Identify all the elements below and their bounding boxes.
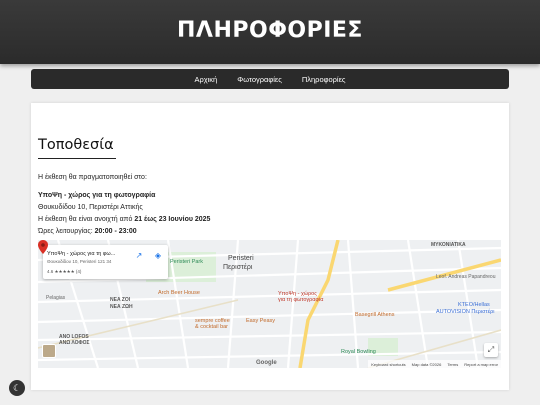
poi-royal-bowling: Royal Bowling xyxy=(341,349,376,355)
site-header: ΠΛΗΡΟΦΟΡΙΕΣ xyxy=(0,0,540,64)
map-info-card[interactable]: ΥποΨη - χώρος για τη φω... Θουκυδίδου 10… xyxy=(43,245,168,279)
google-logo: Google xyxy=(256,360,277,366)
street-pelagias: Pelagias xyxy=(46,295,66,301)
terms-link[interactable]: Terms xyxy=(447,362,458,367)
nav-info[interactable]: Πληροφορίες xyxy=(302,75,346,84)
area-nea-zoi-en: NEA ZOI xyxy=(110,297,131,303)
venue-details: ΥποΨη - χώρος για τη φωτογραφία Θουκυδίδ… xyxy=(38,190,210,238)
section-title: Τοποθεσία xyxy=(38,137,114,153)
main-navbar: Αρχική Φωτογραφίες Πληροφορίες xyxy=(31,69,509,89)
map-info-address: Θουκυδίδου 10, Peristeri 121 34 xyxy=(47,259,112,264)
map-attribution: Keyboard shortcuts Map data ©2026 Terms … xyxy=(368,360,501,368)
venue-address: Θουκυδίδου 10, Περιστέρι Αττικής xyxy=(38,204,143,211)
nav-home[interactable]: Αρχική xyxy=(194,75,217,84)
hours-label: Ώρες λειτουργίας: xyxy=(38,228,95,235)
pin-label-2: για τη φωτογραφία xyxy=(278,297,324,303)
embedded-map[interactable]: ΥποΨη - χώρος για τη φω... Θουκυδίδου 10… xyxy=(38,240,501,368)
poi-ktel: KTEO/Hellas xyxy=(458,302,490,308)
area-nea-zoi-gr: ΝΕΑ ΖΩΗ xyxy=(110,304,133,310)
fullscreen-icon[interactable]: ⤢ xyxy=(484,343,498,357)
poi-sempre-coffee-2: & cocktail bar xyxy=(195,324,229,330)
map-data-text: Map data ©2026 xyxy=(411,361,442,367)
hours-line: Ώρες λειτουργίας: 20:00 - 23:00 xyxy=(38,226,210,238)
area-mykoniatika: ΜΥΚΟΝΙΑΤΙΚΑ xyxy=(431,242,466,248)
directions-icon[interactable]: ◈ xyxy=(153,251,163,261)
intro-text: Η έκθεση θα πραγματοποιηθεί στο: xyxy=(38,174,147,181)
poi-basegrill: Basegrill Athens xyxy=(355,312,395,318)
poi-arch-beer-house: Arch Beer House xyxy=(158,290,200,296)
area-anw-lofos-gr: ΑΝΩ ΛΟΦΟΣ xyxy=(59,340,90,346)
open-dates-line: Η έκθεση θα είναι ανοιχτή από 21 έως 23 … xyxy=(38,214,210,226)
area-peristeri-gr: Περιστέρι xyxy=(223,264,253,271)
nav-photos[interactable]: Φωτογραφίες xyxy=(237,75,282,84)
keyboard-shortcuts-link[interactable]: Keyboard shortcuts xyxy=(371,362,405,367)
poi-peristeri-park: Peristeri Park xyxy=(170,259,204,265)
content-card: Τοποθεσία Η έκθεση θα πραγματοποιηθεί στ… xyxy=(31,103,509,390)
street-leof-papandreou: Leof. Andreas Papandreou xyxy=(436,274,496,280)
moon-icon[interactable]: ☾ xyxy=(9,380,25,396)
map-info-name: ΥποΨη - χώρος για τη φω... xyxy=(47,251,116,257)
pegman-icon[interactable] xyxy=(42,344,56,358)
site-title: ΠΛΗΡΟΦΟΡΙΕΣ xyxy=(177,18,363,43)
area-peristeri-en: Peristeri xyxy=(228,255,254,262)
hours-value: 20:00 - 23:00 xyxy=(94,228,137,235)
title-underline xyxy=(38,158,116,159)
open-in-new-icon[interactable]: ↗ xyxy=(134,251,144,261)
map-info-rating: 4.6 ★★★★★ (4) xyxy=(47,269,82,274)
open-dates-prefix: Η έκθεση θα είναι ανοιχτή από xyxy=(38,216,135,223)
map-pin-icon[interactable] xyxy=(38,240,48,254)
poi-easy-peasy: Easy Peasy xyxy=(246,318,276,324)
poi-ktel-2: AUTOVISION Περιστέρι xyxy=(436,309,495,315)
venue-name: ΥποΨη - χώρος για τη φωτογραφία xyxy=(38,192,156,199)
report-error-link[interactable]: Report a map error xyxy=(464,362,498,367)
open-dates: 21 έως 23 Ιουνίου 2025 xyxy=(134,216,211,223)
